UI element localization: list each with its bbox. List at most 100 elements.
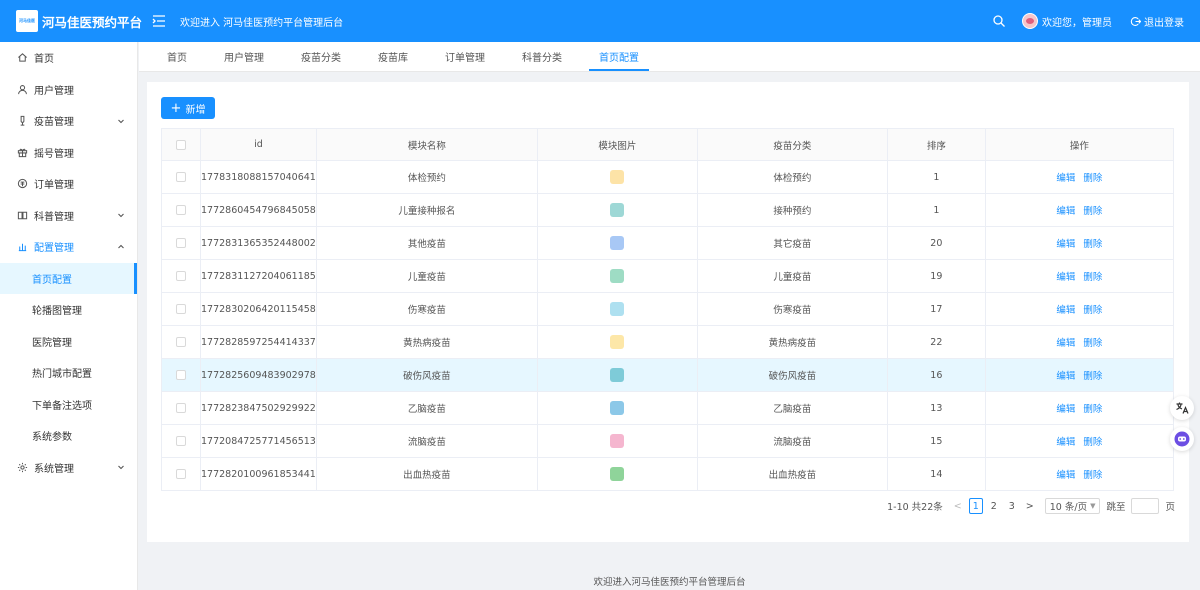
delete-button[interactable]: 删除 [1083, 173, 1102, 184]
edit-button[interactable]: 编辑 [1056, 371, 1075, 382]
row-checkbox[interactable] [176, 304, 186, 314]
edit-button[interactable]: 编辑 [1056, 470, 1075, 481]
edit-button[interactable]: 编辑 [1056, 437, 1075, 448]
cell-actions: 编辑 删除 [984, 292, 1175, 326]
cell-name: 黄热病疫苗 [315, 325, 538, 359]
table-row[interactable]: 1772860454796845058 儿童接种报名 接种预约 1 编辑 删除 [161, 193, 1175, 227]
delete-button[interactable]: 删除 [1083, 305, 1102, 316]
page-1[interactable]: 1 [968, 498, 983, 514]
logout-button[interactable]: 退出登录 [1130, 14, 1184, 29]
order-icon [16, 178, 28, 190]
cell-sort: 17 [886, 292, 986, 326]
chevron-up-icon [118, 244, 124, 249]
table-row[interactable]: 1772084725771456513 流脑疫苗 流脑疫苗 15 编辑 删除 [161, 424, 1175, 458]
cell-category: 儿童疫苗 [696, 259, 888, 293]
edit-button[interactable]: 编辑 [1056, 239, 1075, 250]
sidebar-item-order-notes[interactable]: 下单备注选项 [0, 389, 137, 421]
module-thumbnail [610, 203, 625, 217]
delete-button[interactable]: 删除 [1083, 437, 1102, 448]
row-checkbox[interactable] [176, 172, 186, 182]
row-checkbox[interactable] [176, 238, 186, 248]
tab-home[interactable]: 首页 [157, 42, 197, 72]
row-checkbox[interactable] [176, 403, 186, 413]
search-icon[interactable] [992, 14, 1006, 28]
row-checkbox[interactable] [176, 469, 186, 479]
row-select-cell [161, 292, 201, 326]
sidebar-item-hot-cities[interactable]: 热门城市配置 [0, 357, 137, 389]
sidebar-item-users[interactable]: 用户管理 [0, 74, 137, 106]
menu-toggle-icon[interactable] [148, 0, 170, 42]
tab-vaccine-category[interactable]: 疫苗分类 [291, 42, 351, 72]
row-select-cell [161, 226, 201, 260]
tab-orders[interactable]: 订单管理 [435, 42, 495, 72]
chevron-down-icon [118, 119, 124, 124]
table-row[interactable]: 1778318088157040641 体检预约 体检预约 1 编辑 删除 [161, 160, 1175, 194]
sidebar-item-orders[interactable]: 订单管理 [0, 168, 137, 200]
cell-sort: 13 [886, 391, 986, 425]
table-row[interactable]: 1772820100961853441 出血热疫苗 出血热疫苗 14 编辑 删除 [161, 457, 1175, 491]
delete-button[interactable]: 删除 [1083, 404, 1102, 415]
prev-page-icon[interactable]: < [951, 498, 965, 514]
jump-page-input[interactable] [1131, 498, 1160, 514]
edit-button[interactable]: 编辑 [1056, 206, 1075, 217]
sidebar-item-config[interactable]: 配置管理 [0, 231, 137, 263]
delete-button[interactable]: 删除 [1083, 470, 1102, 481]
table-row[interactable]: 1772823847502929922 乙脑疫苗 乙脑疫苗 13 编辑 删除 [161, 391, 1175, 425]
sidebar-item-vaccines[interactable]: 疫苗管理 [0, 105, 137, 137]
row-checkbox[interactable] [176, 370, 186, 380]
tab-science-category[interactable]: 科普分类 [512, 42, 572, 72]
page-2[interactable]: 2 [987, 498, 1001, 514]
tab-home-config[interactable]: 首页配置 [589, 42, 649, 72]
next-page-icon[interactable]: > [1023, 498, 1037, 514]
user-greeting[interactable]: 欢迎您，管理员 [1042, 14, 1112, 29]
sidebar-item-system[interactable]: 系统管理 [0, 452, 137, 484]
cell-actions: 编辑 删除 [984, 193, 1175, 227]
row-select-cell [161, 193, 201, 227]
home-icon [16, 52, 28, 64]
sidebar-item-home-config[interactable]: 首页配置 [0, 262, 137, 294]
sidebar-item-label: 医院管理 [32, 337, 72, 349]
col-image: 模块图片 [536, 128, 698, 161]
config-icon [16, 241, 28, 253]
edit-button[interactable]: 编辑 [1056, 173, 1075, 184]
delete-button[interactable]: 删除 [1083, 206, 1102, 217]
row-checkbox[interactable] [176, 436, 186, 446]
add-button[interactable]: + 新增 [161, 97, 215, 119]
tab-users[interactable]: 用户管理 [214, 42, 274, 72]
translate-icon[interactable] [1170, 396, 1194, 420]
table-row[interactable]: 1772831127204061185 儿童疫苗 儿童疫苗 19 编辑 删除 [161, 259, 1175, 293]
user-icon [16, 83, 28, 95]
delete-button[interactable]: 删除 [1083, 272, 1102, 283]
delete-button[interactable]: 删除 [1083, 338, 1102, 349]
page-3[interactable]: 3 [1005, 498, 1019, 514]
select-all-checkbox[interactable] [176, 139, 186, 150]
assistant-icon[interactable] [1170, 427, 1194, 451]
sidebar-item-home[interactable]: 首页 [0, 42, 137, 74]
sidebar-item-banner[interactable]: 轮播图管理 [0, 294, 137, 326]
page-size-select[interactable]: 10 条/页 ▼ [1044, 498, 1101, 514]
table-row[interactable]: 1772825609483902978 破伤风疫苗 破伤风疫苗 16 编辑 删除 [161, 358, 1175, 392]
sidebar-item-lottery[interactable]: 摇号管理 [0, 137, 137, 169]
row-checkbox[interactable] [176, 205, 186, 215]
row-checkbox[interactable] [176, 337, 186, 347]
row-select-cell [161, 325, 201, 359]
edit-button[interactable]: 编辑 [1056, 305, 1075, 316]
edit-button[interactable]: 编辑 [1056, 272, 1075, 283]
sidebar-item-label: 轮播图管理 [32, 306, 82, 318]
sidebar-item-hospitals[interactable]: 医院管理 [0, 326, 137, 358]
delete-button[interactable]: 删除 [1083, 239, 1102, 250]
edit-button[interactable]: 编辑 [1056, 338, 1075, 349]
cell-actions: 编辑 删除 [984, 259, 1175, 293]
row-checkbox[interactable] [176, 271, 186, 281]
sidebar-item-science[interactable]: 科普管理 [0, 200, 137, 232]
edit-button[interactable]: 编辑 [1056, 404, 1075, 415]
table-row[interactable]: 1772831365352448002 其他疫苗 其它疫苗 20 编辑 删除 [161, 226, 1175, 260]
logo[interactable]: 河马佳医 河马佳医预约平台 [0, 0, 142, 42]
avatar[interactable] [1022, 13, 1038, 29]
cell-id: 1772828597254414337 [200, 325, 317, 359]
table-row[interactable]: 1772828597254414337 黄热病疫苗 黄热病疫苗 22 编辑 删除 [161, 325, 1175, 359]
sidebar-item-system-params[interactable]: 系统参数 [0, 420, 137, 452]
tab-vaccine-library[interactable]: 疫苗库 [368, 42, 418, 72]
delete-button[interactable]: 删除 [1083, 371, 1102, 382]
table-row[interactable]: 1772830206420115458 伤寒疫苗 伤寒疫苗 17 编辑 删除 [161, 292, 1175, 326]
